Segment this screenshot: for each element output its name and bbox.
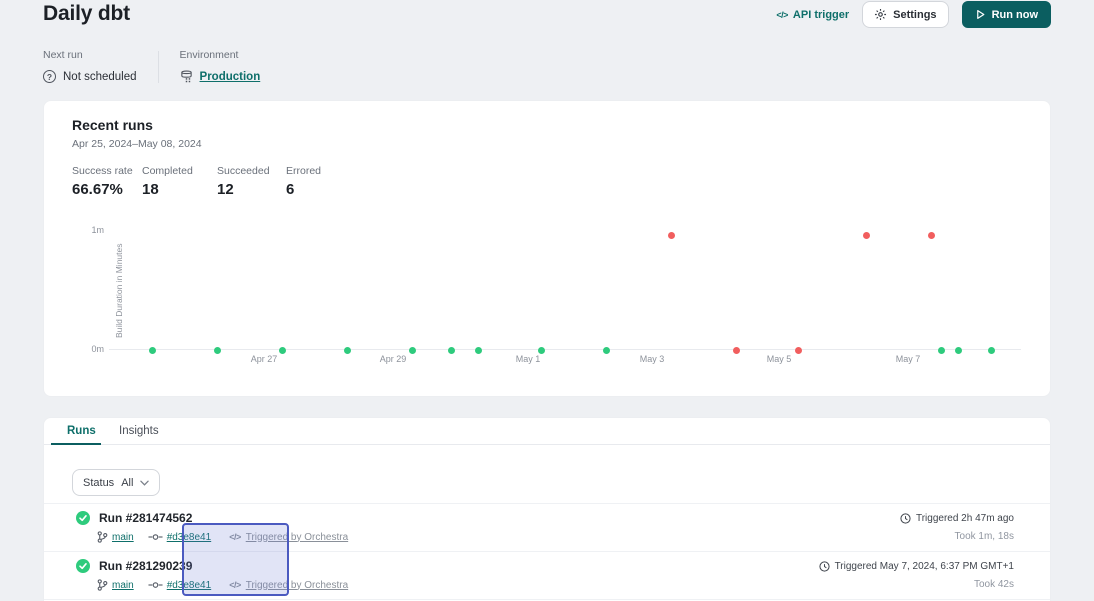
run-title[interactable]: Run #281290239: [99, 559, 192, 573]
commit-link[interactable]: #d3e8e41: [167, 532, 212, 543]
chart-point-succeeded: [475, 347, 482, 354]
next-run-block: Next run ? Not scheduled: [43, 49, 137, 83]
chart-point-succeeded: [603, 347, 610, 354]
run-subrow: main #d3e8e41 </> Triggered by Orchestra: [97, 579, 348, 591]
chart-point-succeeded: [149, 347, 156, 354]
runs-list: Run #281474562 main: [44, 503, 1050, 600]
status-filter-value: All: [121, 477, 133, 489]
success-check-icon: [76, 559, 90, 573]
settings-label: Settings: [893, 9, 936, 21]
stats-row: Success rate 66.67% Completed 18 Succeed…: [72, 165, 321, 198]
chart-point-succeeded: [538, 347, 545, 354]
branch-link[interactable]: main: [112, 532, 134, 543]
chart-xtick: May 3: [640, 354, 665, 364]
vertical-divider: [158, 51, 159, 83]
chart-ytick-0m: 0m: [82, 344, 104, 354]
chart-point-succeeded: [344, 347, 351, 354]
stat-errored: Errored 6: [286, 165, 321, 198]
chart-point-errored: [863, 232, 870, 239]
next-run-label: Next run: [43, 49, 137, 61]
recent-runs-date-range: Apr 25, 2024–May 08, 2024: [72, 138, 202, 150]
code-icon: </>: [229, 580, 241, 590]
git-commit-icon: [148, 580, 163, 590]
success-check-icon: [76, 511, 90, 525]
chart-point-succeeded: [988, 347, 995, 354]
recent-runs-card: Recent runs Apr 25, 2024–May 08, 2024 Su…: [43, 100, 1051, 397]
chart-xtick: May 1: [516, 354, 541, 364]
chart-point-errored: [668, 232, 675, 239]
chart-point-errored: [928, 232, 935, 239]
code-icon: </>: [776, 10, 788, 20]
status-filter-label: Status: [83, 477, 114, 489]
tab-insights[interactable]: Insights: [119, 425, 159, 437]
job-page: Daily dbt </> API trigger Settings Run n…: [0, 0, 1094, 601]
trigger-source-chip: </> Triggered by Orchestra: [229, 580, 348, 591]
run-title[interactable]: Run #281474562: [99, 511, 192, 525]
job-meta: Next run ? Not scheduled Environment: [43, 49, 260, 83]
chart-ytick-1m: 1m: [82, 225, 104, 235]
runs-card: Runs Insights Status All: [43, 417, 1051, 601]
clock-icon: [819, 561, 830, 572]
chart-point-succeeded: [938, 347, 945, 354]
stat-succeeded: Succeeded 12: [217, 165, 286, 198]
clock-icon: [900, 513, 911, 524]
run-triggered-time: Triggered 2h 47m ago: [900, 513, 1014, 524]
api-trigger-link[interactable]: </> API trigger: [776, 9, 849, 21]
active-tab-indicator: [51, 443, 101, 445]
git-branch-icon: [97, 531, 108, 543]
chart-plot: [109, 231, 1021, 350]
run-duration: Took 1m, 18s: [955, 531, 1014, 542]
status-filter-dropdown[interactable]: Status All: [72, 469, 160, 496]
trigger-source-link[interactable]: Triggered by Orchestra: [246, 532, 348, 543]
run-row[interactable]: Run #281474562 main: [44, 504, 1050, 552]
tab-bar: Runs Insights: [44, 418, 1050, 445]
run-now-label: Run now: [992, 9, 1038, 21]
chart-point-errored: [733, 347, 740, 354]
api-trigger-label: API trigger: [793, 9, 849, 21]
page-title: Daily dbt: [43, 2, 130, 26]
chart-xtick: May 7: [896, 354, 921, 364]
chart-xtick: May 5: [767, 354, 792, 364]
tab-runs[interactable]: Runs: [67, 425, 96, 437]
settings-button[interactable]: Settings: [862, 1, 948, 28]
run-duration: Took 42s: [974, 579, 1014, 590]
chart-xtick: Apr 27: [251, 354, 278, 364]
chevron-down-icon: [140, 480, 149, 486]
stat-success-rate: Success rate 66.67%: [72, 165, 142, 198]
chart-point-succeeded: [448, 347, 455, 354]
chart-point-succeeded: [214, 347, 221, 354]
git-commit-icon: [148, 532, 163, 542]
recent-runs-title: Recent runs: [72, 117, 153, 133]
chart-point-succeeded: [279, 347, 286, 354]
environment-link[interactable]: Production: [200, 71, 261, 83]
trigger-source-chip: </> Triggered by Orchestra: [229, 532, 348, 543]
run-triggered-time: Triggered May 7, 2024, 6:37 PM GMT+1: [819, 561, 1014, 572]
chart-point-succeeded: [409, 347, 416, 354]
gear-icon: [874, 8, 887, 21]
branch-link[interactable]: main: [112, 580, 134, 591]
run-subrow: main #d3e8e41 </> Triggered by Orchestra: [97, 531, 348, 543]
database-icon: [180, 70, 193, 83]
chart-point-succeeded: [955, 347, 962, 354]
trigger-source-link[interactable]: Triggered by Orchestra: [246, 580, 348, 591]
chart-xtick: Apr 29: [380, 354, 407, 364]
header-actions: </> API trigger Settings Run now: [776, 1, 1051, 28]
run-now-button[interactable]: Run now: [962, 1, 1051, 28]
git-branch-icon: [97, 579, 108, 591]
environment-block: Environment Production: [180, 49, 261, 83]
chart-point-errored: [795, 347, 802, 354]
chart-xticks: Apr 27 Apr 29 May 1 May 3 May 5 May 7: [109, 354, 1021, 368]
play-icon: [975, 9, 986, 20]
next-run-value: Not scheduled: [63, 71, 137, 83]
environment-label: Environment: [180, 49, 261, 61]
stat-completed: Completed 18: [142, 165, 217, 198]
commit-link[interactable]: #d3e8e41: [167, 580, 212, 591]
code-icon: </>: [229, 532, 241, 542]
question-circle-icon: ?: [43, 70, 56, 83]
run-row[interactable]: Run #281290239 main: [44, 552, 1050, 600]
